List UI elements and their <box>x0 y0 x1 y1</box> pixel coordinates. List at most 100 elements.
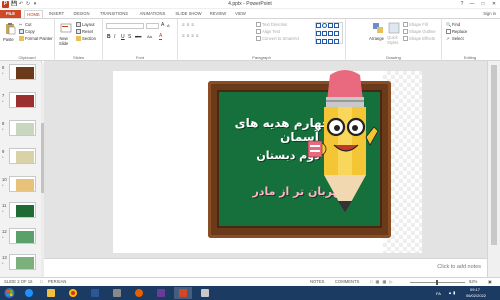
replace-button[interactable]: Replace <box>446 29 467 35</box>
quick-styles-icon[interactable] <box>388 22 400 34</box>
taskbar-app-icon[interactable] <box>86 287 104 299</box>
slide-thumbnail[interactable]: 6 * <box>0 64 40 84</box>
slide-thumbnail[interactable]: 11 * <box>0 202 40 222</box>
tab-insert[interactable]: INSERT <box>47 10 66 18</box>
tray-language[interactable]: FA <box>436 291 441 296</box>
taskbar-powerpoint-icon[interactable] <box>174 287 192 299</box>
taskbar-app-icon[interactable] <box>152 287 170 299</box>
find-button[interactable]: 🔍Find <box>446 22 460 28</box>
editor-scrollbar[interactable] <box>487 61 500 277</box>
slide-thumbnail[interactable]: 9 * <box>0 148 40 168</box>
quick-styles-button[interactable]: Quick Styles <box>387 35 398 45</box>
new-slide-icon[interactable] <box>60 22 72 34</box>
slide-number: 10 <box>2 177 7 182</box>
underline-button[interactable]: U <box>121 34 125 40</box>
reset-button[interactable]: Reset <box>76 29 93 35</box>
format-painter-button[interactable]: Format Painter <box>19 36 53 42</box>
zoom-slider[interactable] <box>410 280 465 285</box>
close-button[interactable]: ✕ <box>488 0 500 9</box>
clock-date[interactable]: 06/02/2022 <box>466 293 486 298</box>
editor-scrollbar-thumb[interactable] <box>491 65 497 245</box>
convert-smartart-button[interactable]: Convert to SmartArt <box>256 36 299 42</box>
fit-slide-icon[interactable]: ▣ <box>488 278 492 286</box>
paste-button[interactable]: Paste <box>3 37 14 43</box>
new-slide-button[interactable]: New Slide <box>59 36 68 46</box>
slide-thumbnails-panel[interactable]: 6 * 7 * 8 * 9 * 10 * 11 * 12 * 13 * <box>0 61 42 288</box>
tab-design[interactable]: DESIGN <box>72 10 91 18</box>
copy-button[interactable]: Copy <box>19 29 35 35</box>
ribbon-tabs: FILE HOME INSERT DESIGN TRANSITIONS ANIM… <box>0 9 500 18</box>
animation-marker: * <box>2 183 4 188</box>
text-direction-button[interactable]: Text Direction <box>256 22 287 28</box>
tab-animations[interactable]: ANIMATIONS <box>137 10 168 18</box>
arrange-icon[interactable] <box>372 22 384 34</box>
font-color-icon[interactable]: A <box>159 34 163 40</box>
tab-transitions[interactable]: TRANSITIONS <box>98 10 130 18</box>
shape-effects-button[interactable]: Shape Effects <box>403 36 435 42</box>
slide-thumbnail[interactable]: 12 * <box>0 228 40 248</box>
shrink-font-icon[interactable]: A <box>167 23 170 29</box>
shape-outline-button[interactable]: Shape Outline <box>403 29 436 35</box>
grow-font-icon[interactable]: A <box>161 22 164 28</box>
editing-group-label: Editing <box>463 55 477 60</box>
slide-thumbnail[interactable]: 8 * <box>0 120 40 140</box>
slide-number: 13 <box>2 255 7 260</box>
taskbar-app-icon[interactable] <box>196 287 214 299</box>
spellcheck-icon[interactable]: □ <box>40 278 43 286</box>
slide-thumbnail[interactable]: 13 * <box>0 254 40 274</box>
clock-time[interactable]: 09:17 <box>470 287 480 292</box>
zoom-level[interactable]: 62% <box>469 278 477 286</box>
taskbar-ie-icon[interactable] <box>20 287 38 299</box>
section-button[interactable]: Section <box>76 36 96 42</box>
pencil-character-image[interactable] <box>300 67 390 217</box>
tab-file[interactable]: FILE <box>0 10 21 18</box>
shapes-gallery[interactable] <box>315 22 343 44</box>
change-case-button[interactable]: Aa <box>147 34 152 40</box>
strikethrough-button[interactable]: abc <box>135 34 141 40</box>
tab-review[interactable]: REVIEW <box>208 10 228 18</box>
shape-fill-button[interactable]: Shape Fill <box>403 22 428 28</box>
slide-number: 11 <box>2 203 7 208</box>
notes-button[interactable]: NOTES <box>310 278 324 286</box>
slide-number: 7 <box>2 93 5 98</box>
shadow-button[interactable]: S <box>128 34 131 40</box>
slide-thumbnail[interactable]: 10 * <box>0 176 40 196</box>
taskbar-firefox-icon[interactable] <box>130 287 148 299</box>
slide-thumb-image <box>9 176 36 192</box>
tab-view[interactable]: VIEW <box>233 10 248 18</box>
font-size-field[interactable] <box>146 23 159 29</box>
slide-thumbnail[interactable]: 7 * <box>0 92 40 112</box>
bold-button[interactable]: B <box>107 34 111 40</box>
cut-button[interactable]: ✂ Cut <box>19 22 32 28</box>
align-text-label: Align Text <box>262 29 281 34</box>
windows-start-icon[interactable] <box>4 288 15 298</box>
font-name-field[interactable] <box>106 23 144 29</box>
tab-slide-show[interactable]: SLIDE SHOW <box>175 10 202 18</box>
tab-home[interactable]: HOME <box>24 10 43 18</box>
layout-button[interactable]: Layout <box>76 22 95 28</box>
tray-icons[interactable]: ▲ ▮ <box>448 290 455 295</box>
italic-button[interactable]: I <box>114 34 115 40</box>
taskbar-folder-icon[interactable] <box>42 287 60 299</box>
animation-marker: * <box>2 261 4 266</box>
notes-pane[interactable]: Click to add notes <box>44 258 487 277</box>
align-text-button[interactable]: Align Text <box>256 29 280 35</box>
select-button[interactable]: ↗ Select <box>446 36 464 42</box>
comments-button[interactable]: COMMENTS <box>335 278 359 286</box>
arrange-button[interactable]: Arrange <box>369 36 384 42</box>
zoom-slider-thumb[interactable] <box>436 280 438 285</box>
taskbar-app-icon[interactable] <box>108 287 126 299</box>
status-bar: SLIDE 2 OF 16 □ PERSIAN NOTES COMMENTS □… <box>0 277 500 286</box>
paste-icon[interactable] <box>4 23 16 35</box>
font-group: A A B I U S abc Aa A Font <box>103 19 178 61</box>
paragraph-group: ≡≡≡ ≡≡≡≡ Text Direction Align Text Conve… <box>178 19 346 61</box>
bullets-icon[interactable]: ≡≡≡ <box>182 22 196 28</box>
view-buttons[interactable]: □▦▦▷ <box>370 278 396 286</box>
notes-placeholder[interactable]: Click to add notes <box>437 264 481 270</box>
language-status[interactable]: PERSIAN <box>48 278 66 286</box>
slide-canvas[interactable]: درس چهارم هدیه های آسمان پایه دوم دبستان… <box>113 70 422 253</box>
slide-editor: درس چهارم هدیه های آسمان پایه دوم دبستان… <box>44 61 487 277</box>
taskbar-chrome-icon[interactable] <box>64 287 82 299</box>
align-icon[interactable]: ≡≡≡≡ <box>182 33 201 39</box>
sign-in-link[interactable]: Sign in <box>483 10 496 18</box>
